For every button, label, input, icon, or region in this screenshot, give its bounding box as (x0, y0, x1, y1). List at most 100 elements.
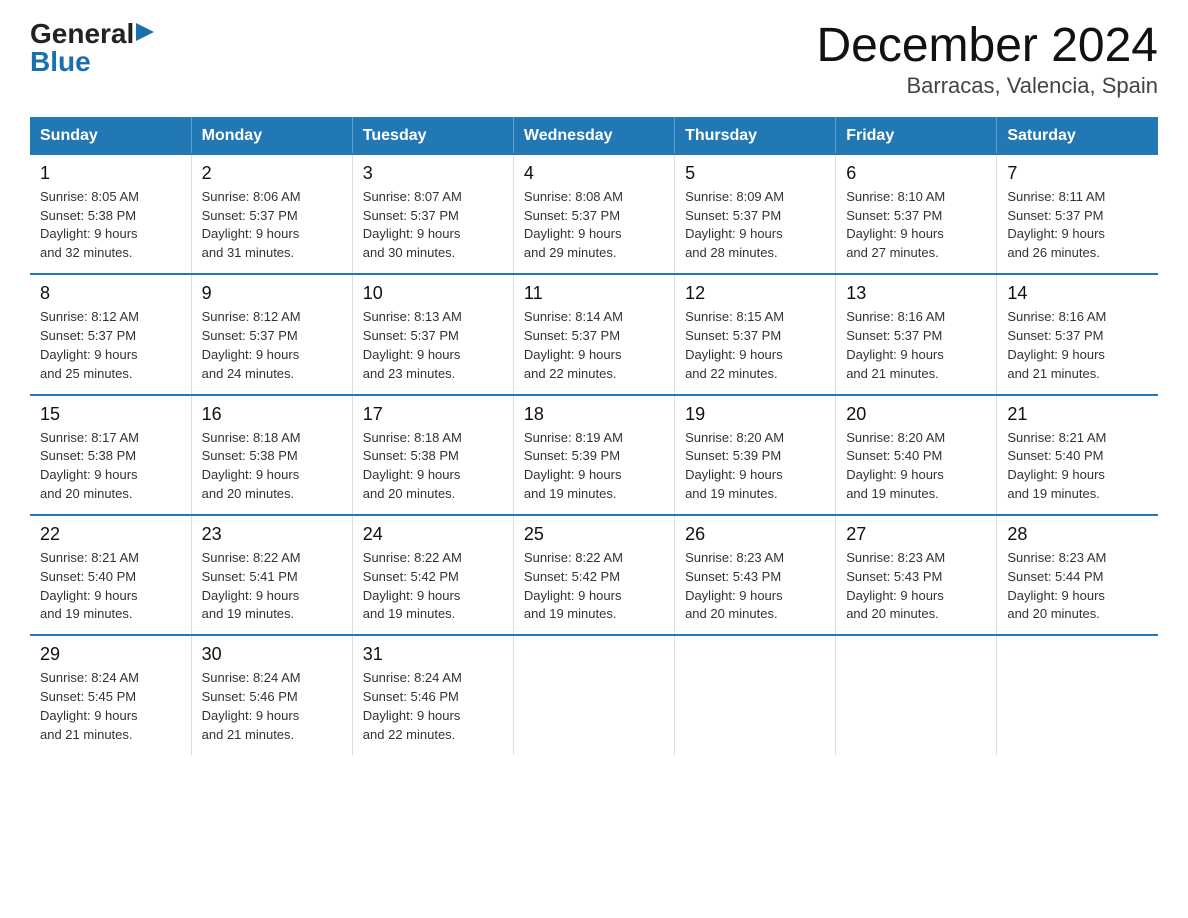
day-info: Sunrise: 8:15 AMSunset: 5:37 PMDaylight:… (685, 309, 784, 381)
calendar-cell: 24Sunrise: 8:22 AMSunset: 5:42 PMDayligh… (352, 515, 513, 635)
calendar-cell: 22 Sunrise: 8:21 AMSunset: 5:40 PMDayligh… (30, 515, 191, 635)
day-info: Sunrise: 8:10 AMSunset: 5:37 PMDaylight:… (846, 189, 945, 261)
day-number: 8 (40, 283, 181, 304)
logo-arrow-icon (136, 23, 154, 41)
day-number: 18 (524, 404, 664, 425)
day-info: Sunrise: 8:13 AMSunset: 5:37 PMDaylight:… (363, 309, 462, 381)
day-info: Sunrise: 8:18 AMSunset: 5:38 PMDaylight:… (363, 430, 462, 502)
day-info: Sunrise: 8:16 AMSunset: 5:37 PMDaylight:… (846, 309, 945, 381)
day-info: Sunrise: 8:21 AMSunset: 5:40 PMDaylight:… (1007, 430, 1106, 502)
day-number: 13 (846, 283, 986, 304)
day-info: Sunrise: 8:19 AMSunset: 5:39 PMDaylight:… (524, 430, 623, 502)
day-number: 17 (363, 404, 503, 425)
day-number: 16 (202, 404, 342, 425)
day-number: 12 (685, 283, 825, 304)
day-number: 23 (202, 524, 342, 545)
day-number: 11 (524, 283, 664, 304)
day-info: Sunrise: 8:18 AMSunset: 5:38 PMDaylight:… (202, 430, 301, 502)
day-number: 5 (685, 163, 825, 184)
calendar-week-row: 29Sunrise: 8:24 AMSunset: 5:45 PMDayligh… (30, 635, 1158, 754)
day-number: 6 (846, 163, 986, 184)
day-number: 15 (40, 404, 181, 425)
title-block: December 2024 Barracas, Valencia, Spain (816, 20, 1158, 99)
calendar-cell: 1 Sunrise: 8:05 AMSunset: 5:38 PMDaylight… (30, 154, 191, 274)
day-number: 21 (1007, 404, 1148, 425)
day-info: Sunrise: 8:24 AMSunset: 5:46 PMDaylight:… (202, 670, 301, 742)
calendar-cell: 19 Sunrise: 8:20 AMSunset: 5:39 PMDayligh… (675, 395, 836, 515)
day-number: 3 (363, 163, 503, 184)
day-info: Sunrise: 8:21 AMSunset: 5:40 PMDaylight:… (40, 550, 139, 622)
day-info: Sunrise: 8:24 AMSunset: 5:46 PMDaylight:… (363, 670, 462, 742)
calendar-cell: 27Sunrise: 8:23 AMSunset: 5:43 PMDayligh… (836, 515, 997, 635)
day-number: 19 (685, 404, 825, 425)
header-thursday: Thursday (675, 117, 836, 154)
calendar-cell: 9Sunrise: 8:12 AMSunset: 5:37 PMDaylight… (191, 274, 352, 394)
day-number: 10 (363, 283, 503, 304)
day-number: 2 (202, 163, 342, 184)
day-info: Sunrise: 8:23 AMSunset: 5:44 PMDaylight:… (1007, 550, 1106, 622)
calendar-cell: 30 Sunrise: 8:24 AMSunset: 5:46 PMDayligh… (191, 635, 352, 754)
calendar-header-row: SundayMondayTuesdayWednesdayThursdayFrid… (30, 117, 1158, 154)
day-number: 25 (524, 524, 664, 545)
calendar-cell: 10 Sunrise: 8:13 AMSunset: 5:37 PMDayligh… (352, 274, 513, 394)
day-info: Sunrise: 8:22 AMSunset: 5:42 PMDaylight:… (524, 550, 623, 622)
day-info: Sunrise: 8:08 AMSunset: 5:37 PMDaylight:… (524, 189, 623, 261)
day-info: Sunrise: 8:20 AMSunset: 5:40 PMDaylight:… (846, 430, 945, 502)
calendar-week-row: 22 Sunrise: 8:21 AMSunset: 5:40 PMDayligh… (30, 515, 1158, 635)
calendar-cell: 29Sunrise: 8:24 AMSunset: 5:45 PMDayligh… (30, 635, 191, 754)
header-wednesday: Wednesday (513, 117, 674, 154)
month-year-title: December 2024 (816, 20, 1158, 73)
header-monday: Monday (191, 117, 352, 154)
day-info: Sunrise: 8:14 AMSunset: 5:37 PMDaylight:… (524, 309, 623, 381)
location-subtitle: Barracas, Valencia, Spain (816, 73, 1158, 99)
calendar-cell: 5 Sunrise: 8:09 AMSunset: 5:37 PMDaylight… (675, 154, 836, 274)
calendar-cell: 17 Sunrise: 8:18 AMSunset: 5:38 PMDayligh… (352, 395, 513, 515)
calendar-cell: 14Sunrise: 8:16 AMSunset: 5:37 PMDayligh… (997, 274, 1158, 394)
day-number: 22 (40, 524, 181, 545)
day-info: Sunrise: 8:24 AMSunset: 5:45 PMDaylight:… (40, 670, 139, 742)
calendar-cell: 28Sunrise: 8:23 AMSunset: 5:44 PMDayligh… (997, 515, 1158, 635)
calendar-cell (836, 635, 997, 754)
logo-blue-text: Blue (30, 48, 91, 76)
calendar-cell: 31Sunrise: 8:24 AMSunset: 5:46 PMDayligh… (352, 635, 513, 754)
day-info: Sunrise: 8:20 AMSunset: 5:39 PMDaylight:… (685, 430, 784, 502)
calendar-cell: 6 Sunrise: 8:10 AMSunset: 5:37 PMDaylight… (836, 154, 997, 274)
calendar-cell: 7 Sunrise: 8:11 AMSunset: 5:37 PMDaylight… (997, 154, 1158, 274)
day-info: Sunrise: 8:12 AMSunset: 5:37 PMDaylight:… (202, 309, 301, 381)
day-number: 20 (846, 404, 986, 425)
day-info: Sunrise: 8:05 AMSunset: 5:38 PMDaylight:… (40, 189, 139, 261)
day-number: 7 (1007, 163, 1148, 184)
day-info: Sunrise: 8:17 AMSunset: 5:38 PMDaylight:… (40, 430, 139, 502)
header-tuesday: Tuesday (352, 117, 513, 154)
day-number: 1 (40, 163, 181, 184)
calendar-table: SundayMondayTuesdayWednesdayThursdayFrid… (30, 117, 1158, 755)
day-number: 4 (524, 163, 664, 184)
calendar-cell: 21 Sunrise: 8:21 AMSunset: 5:40 PMDayligh… (997, 395, 1158, 515)
calendar-cell: 12 Sunrise: 8:15 AMSunset: 5:37 PMDayligh… (675, 274, 836, 394)
page-header: General Blue December 2024 Barracas, Val… (30, 20, 1158, 99)
day-info: Sunrise: 8:12 AMSunset: 5:37 PMDaylight:… (40, 309, 139, 381)
day-info: Sunrise: 8:09 AMSunset: 5:37 PMDaylight:… (685, 189, 784, 261)
day-number: 24 (363, 524, 503, 545)
calendar-cell (675, 635, 836, 754)
day-info: Sunrise: 8:22 AMSunset: 5:41 PMDaylight:… (202, 550, 301, 622)
calendar-cell (997, 635, 1158, 754)
calendar-cell: 8 Sunrise: 8:12 AMSunset: 5:37 PMDaylight… (30, 274, 191, 394)
calendar-cell (513, 635, 674, 754)
day-number: 27 (846, 524, 986, 545)
day-number: 26 (685, 524, 825, 545)
header-sunday: Sunday (30, 117, 191, 154)
day-info: Sunrise: 8:06 AMSunset: 5:37 PMDaylight:… (202, 189, 301, 261)
calendar-cell: 4 Sunrise: 8:08 AMSunset: 5:37 PMDaylight… (513, 154, 674, 274)
header-saturday: Saturday (997, 117, 1158, 154)
day-info: Sunrise: 8:11 AMSunset: 5:37 PMDaylight:… (1007, 189, 1105, 261)
logo-general-text: General (30, 20, 134, 48)
day-info: Sunrise: 8:07 AMSunset: 5:37 PMDaylight:… (363, 189, 462, 261)
calendar-cell: 2 Sunrise: 8:06 AMSunset: 5:37 PMDaylight… (191, 154, 352, 274)
calendar-cell: 16 Sunrise: 8:18 AMSunset: 5:38 PMDayligh… (191, 395, 352, 515)
calendar-cell: 20 Sunrise: 8:20 AMSunset: 5:40 PMDayligh… (836, 395, 997, 515)
calendar-cell: 18 Sunrise: 8:19 AMSunset: 5:39 PMDayligh… (513, 395, 674, 515)
calendar-week-row: 1 Sunrise: 8:05 AMSunset: 5:38 PMDaylight… (30, 154, 1158, 274)
day-number: 30 (202, 644, 342, 665)
day-info: Sunrise: 8:23 AMSunset: 5:43 PMDaylight:… (685, 550, 784, 622)
